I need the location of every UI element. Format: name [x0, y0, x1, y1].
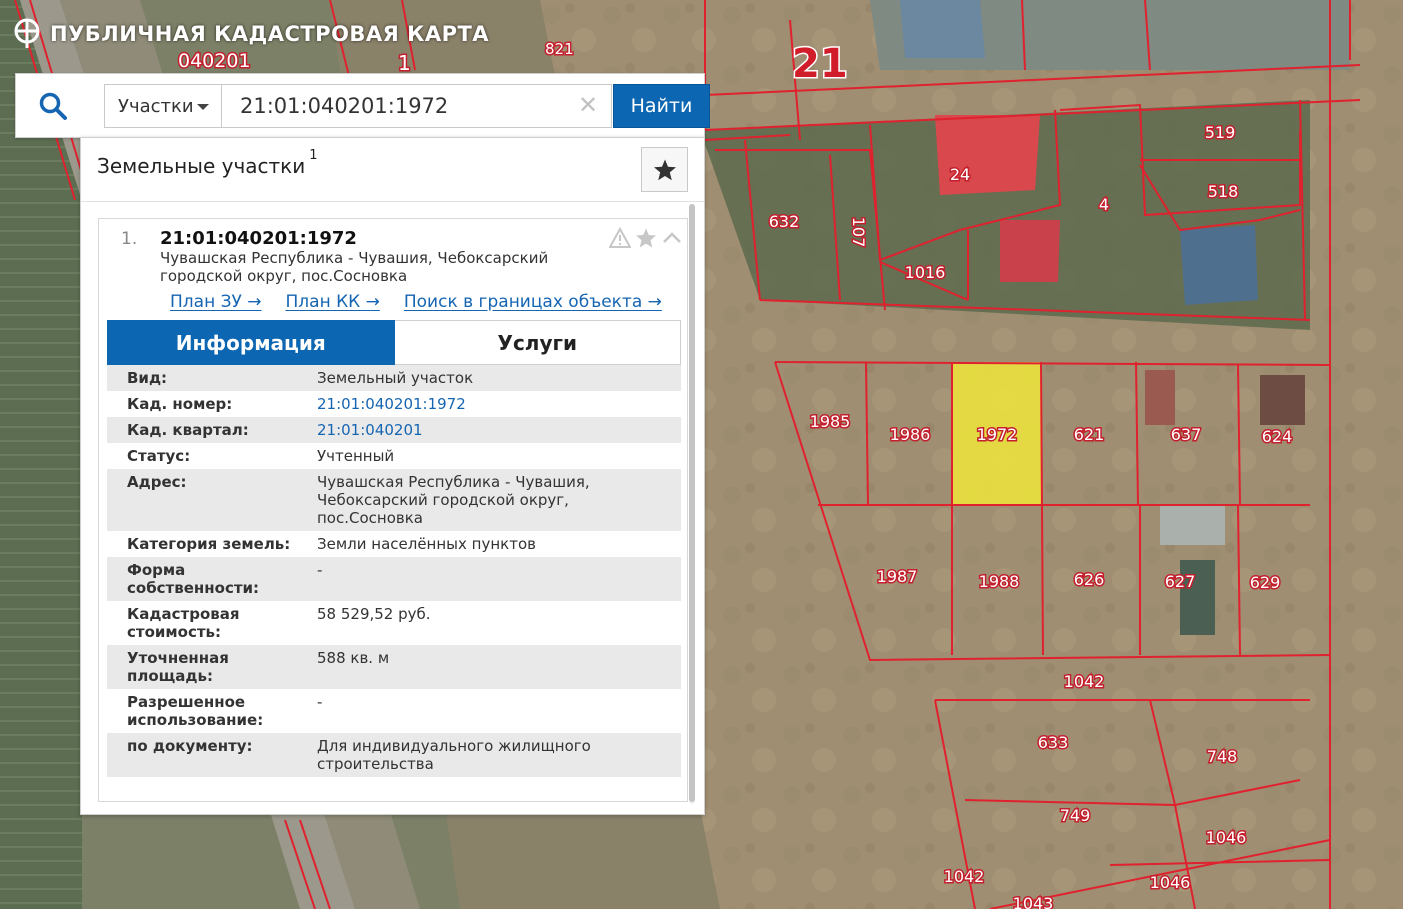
parcel-label[interactable]: 107: [848, 215, 870, 249]
info-key: Кад. номер:: [107, 391, 317, 417]
tab-services[interactable]: Услуги: [394, 320, 681, 365]
info-key: Уточненная площадь:: [107, 645, 317, 689]
table-row: Разрешенное использование: -: [107, 689, 681, 733]
scrollbar-thumb[interactable]: [689, 204, 695, 802]
info-key: по документу:: [107, 733, 317, 777]
info-value: -: [317, 689, 681, 733]
search-bar: Участки ✕ Найти: [15, 73, 710, 138]
app-logo-icon: [14, 18, 40, 48]
parcel-label[interactable]: 4: [1097, 194, 1110, 216]
info-table: Вид: Земельный участок Кад. номер: 21:01…: [107, 365, 681, 777]
parcel-label[interactable]: 519: [1203, 122, 1237, 144]
parcel-label[interactable]: 748: [1205, 746, 1239, 768]
plan-zu-link[interactable]: План ЗУ →: [170, 292, 262, 312]
results-title: Земельные участки 1: [97, 148, 318, 178]
search-button[interactable]: Найти: [613, 84, 710, 128]
result-item-address: Чувашская Республика - Чувашия, Чебоксар…: [160, 249, 549, 285]
parcel-label[interactable]: 1042: [942, 866, 986, 888]
table-row: Категория земель: Земли населённых пункт…: [107, 531, 681, 557]
info-key: Кадастровая стоимость:: [107, 601, 317, 645]
plan-kk-link[interactable]: План КК →: [286, 292, 380, 312]
parcel-label[interactable]: 1043: [1011, 893, 1055, 909]
table-row: Уточненная площадь: 588 кв. м: [107, 645, 681, 689]
info-value: Чувашская Республика - Чувашия, Чебоксар…: [317, 469, 681, 531]
parcel-label[interactable]: 1046: [1148, 872, 1192, 894]
result-item-number: 1.: [121, 229, 138, 249]
warning-icon[interactable]: [609, 227, 631, 249]
parcel-label[interactable]: 24: [948, 164, 971, 186]
parcel-label[interactable]: 627: [1163, 571, 1197, 593]
parcel-label[interactable]: 1985: [808, 411, 852, 433]
info-value: Учтенный: [317, 443, 681, 469]
info-key: Вид:: [107, 365, 317, 391]
parcel-label[interactable]: 632: [767, 211, 801, 233]
table-row: Форма собственности: -: [107, 557, 681, 601]
info-value: 588 кв. м: [317, 645, 681, 689]
search-type-select[interactable]: Участки: [104, 84, 222, 128]
info-value: 58 529,52 руб.: [317, 601, 681, 645]
app-header: ПУБЛИЧНАЯ КАДАСТРОВАЯ КАРТА: [14, 18, 489, 50]
result-item-cadastral-number[interactable]: 21:01:040201:1972: [160, 228, 357, 249]
search-type-label: Участки: [118, 95, 194, 117]
info-value: Для индивидуального жилищного строительс…: [317, 733, 681, 777]
app-title: ПУБЛИЧНАЯ КАДАСТРОВАЯ КАРТА: [50, 22, 490, 46]
clear-icon[interactable]: ✕: [578, 93, 598, 117]
parcel-label[interactable]: 1986: [888, 424, 932, 446]
info-key: Категория земель:: [107, 531, 317, 557]
table-row: Вид: Земельный участок: [107, 365, 681, 391]
info-value: -: [317, 557, 681, 601]
info-value: Земли населённых пунктов: [317, 531, 681, 557]
parcel-label[interactable]: 626: [1072, 569, 1106, 591]
result-tabs: Информация Услуги: [107, 320, 681, 365]
table-row: Адрес: Чувашская Республика - Чувашия, Ч…: [107, 469, 681, 531]
chevron-up-icon[interactable]: [661, 227, 683, 249]
parcel-label[interactable]: 1972: [975, 424, 1019, 446]
cadastral-number-link[interactable]: 21:01:040201:1972: [317, 391, 681, 417]
parcel-label[interactable]: 1046: [1204, 827, 1248, 849]
search-icon[interactable]: [38, 91, 68, 121]
parcel-label[interactable]: 621: [1072, 424, 1106, 446]
search-input[interactable]: [222, 84, 612, 128]
parcel-label[interactable]: 1016: [903, 262, 947, 284]
info-value: Земельный участок: [317, 365, 681, 391]
search-in-bounds-link[interactable]: Поиск в границах объекта →: [404, 292, 662, 312]
results-title-text: Земельные участки: [97, 154, 306, 178]
parcel-label[interactable]: 624: [1260, 426, 1294, 448]
parcel-label[interactable]: 629: [1248, 572, 1282, 594]
parcel-label[interactable]: 637: [1169, 424, 1203, 446]
parcel-label[interactable]: 1987: [875, 566, 919, 588]
results-count: 1: [309, 148, 318, 164]
star-icon[interactable]: [635, 227, 657, 249]
parcel-label[interactable]: 1988: [977, 571, 1021, 593]
quarter-label: 040201: [178, 50, 251, 72]
table-row: по документу: Для индивидуального жилищн…: [107, 733, 681, 777]
tab-info[interactable]: Информация: [107, 320, 395, 365]
chevron-down-icon: [197, 104, 209, 110]
cadastral-quarter-link[interactable]: 21:01:040201: [317, 417, 681, 443]
result-item-links: План ЗУ → План КК → Поиск в границах объ…: [170, 292, 662, 312]
info-key: Статус:: [107, 443, 317, 469]
result-item: 1. 21:01:040201:1972 Чувашская Республик…: [98, 218, 688, 802]
region-label: 21: [792, 41, 848, 87]
parcel-label[interactable]: 749: [1058, 805, 1092, 827]
favorites-button[interactable]: [641, 147, 688, 192]
info-key: Адрес:: [107, 469, 317, 531]
table-row: Статус: Учтенный: [107, 443, 681, 469]
results-scrollbar[interactable]: [689, 204, 695, 804]
results-panel: Земельные участки 1 1. 21:01:040201:1972 …: [80, 137, 705, 815]
info-key: Кад. квартал:: [107, 417, 317, 443]
info-key: Форма собственности:: [107, 557, 317, 601]
map-small-label: 821: [545, 40, 574, 58]
table-row: Кад. номер: 21:01:040201:1972: [107, 391, 681, 417]
parcel-label[interactable]: 518: [1206, 181, 1240, 203]
parcel-label[interactable]: 633: [1036, 732, 1070, 754]
result-item-actions: [609, 227, 683, 249]
results-header: Земельные участки 1: [81, 138, 704, 202]
table-row: Кадастровая стоимость: 58 529,52 руб.: [107, 601, 681, 645]
map-small-label: 1: [398, 51, 411, 75]
star-icon: [653, 159, 676, 180]
table-row: Кад. квартал: 21:01:040201: [107, 417, 681, 443]
parcel-label[interactable]: 1042: [1062, 671, 1106, 693]
info-key: Разрешенное использование:: [107, 689, 317, 733]
